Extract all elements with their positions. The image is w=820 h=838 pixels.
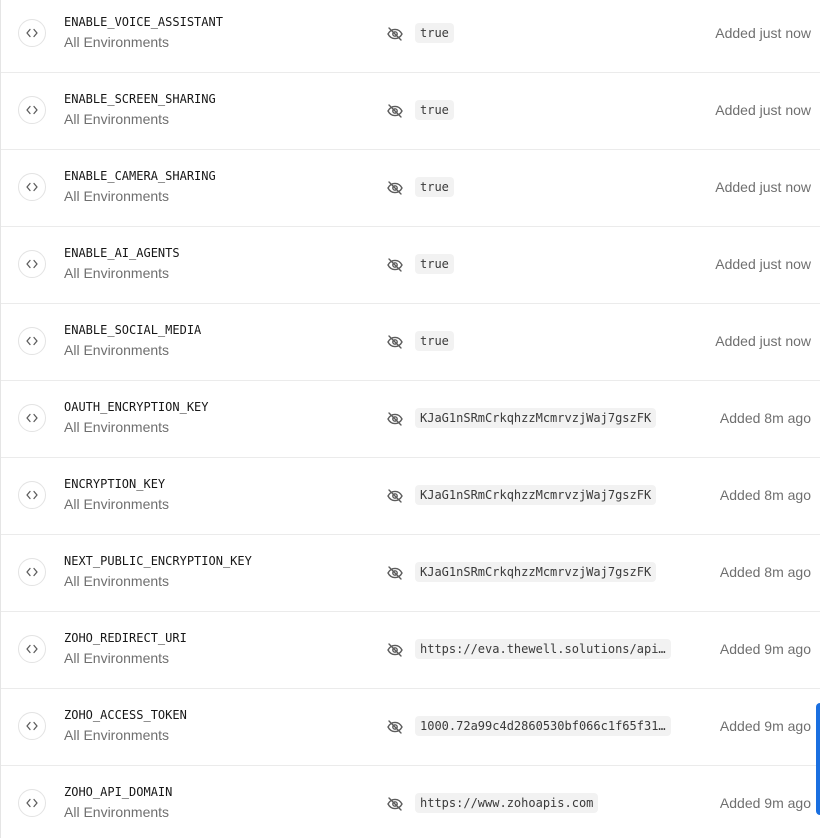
env-var-environment: All Environments [64,111,170,127]
env-var-added-time: Added just now [715,179,811,195]
env-var-added-time: Added just now [715,102,811,118]
env-var-key: ZOHO_REDIRECT_URI [64,631,187,645]
env-var-key: ZOHO_API_DOMAIN [64,785,173,799]
env-var-value[interactable]: true [415,177,454,197]
code-brackets-icon [18,481,46,509]
env-var-environment: All Environments [64,496,170,512]
code-brackets-icon [18,250,46,278]
env-var-key: NEXT_PUBLIC_ENCRYPTION_KEY [64,554,252,568]
env-var-value[interactable]: true [415,23,454,43]
eye-off-icon[interactable] [386,641,404,659]
env-var-key: ENABLE_SOCIAL_MEDIA [64,323,202,337]
env-var-row[interactable]: OAUTH_ENCRYPTION_KEY All Environments KJ… [1,381,820,458]
env-var-environment: All Environments [64,419,170,435]
env-var-value[interactable]: true [415,100,454,120]
code-brackets-icon [18,19,46,47]
env-var-added-time: Added 9m ago [719,641,811,657]
env-var-key: OAUTH_ENCRYPTION_KEY [64,400,209,414]
eye-off-icon[interactable] [386,410,404,428]
env-var-key: ZOHO_ACCESS_TOKEN [64,708,187,722]
eye-off-icon[interactable] [386,25,404,43]
env-var-environment: All Environments [64,34,170,50]
env-var-added-time: Added 9m ago [719,795,811,811]
code-brackets-icon [18,558,46,586]
env-var-environment: All Environments [64,265,170,281]
env-var-added-time: Added just now [715,25,811,41]
env-var-row[interactable]: ENABLE_CAMERA_SHARING All Environments t… [1,150,820,227]
eye-off-icon[interactable] [386,333,404,351]
code-brackets-icon [18,712,46,740]
env-vars-page: ENABLE_VOICE_ASSISTANT All Environments … [0,0,820,838]
env-var-value[interactable]: https://eva.thewell.solutions/api… [415,639,671,659]
env-var-added-time: Added 8m ago [719,487,811,503]
env-var-value[interactable]: KJaG1nSRmCrkqhzzMcmrvzjWaj7gszFK [415,408,657,428]
env-var-added-time: Added just now [715,256,811,272]
eye-off-icon[interactable] [386,102,404,120]
env-var-row[interactable]: ZOHO_REDIRECT_URI All Environments https… [1,612,820,689]
env-var-added-time: Added just now [715,333,811,349]
env-var-value[interactable]: 1000.72a99c4d2860530bf066c1f65f31… [415,716,671,736]
env-var-value[interactable]: true [415,254,454,274]
env-var-value[interactable]: KJaG1nSRmCrkqhzzMcmrvzjWaj7gszFK [415,562,657,582]
env-var-key: ENABLE_SCREEN_SHARING [64,92,216,106]
env-var-value[interactable]: https://www.zohoapis.com [415,793,599,813]
env-var-row[interactable]: ENABLE_SOCIAL_MEDIA All Environments tru… [1,304,820,381]
code-brackets-icon [18,173,46,201]
env-var-row[interactable]: ZOHO_ACCESS_TOKEN All Environments 1000.… [1,689,820,766]
code-brackets-icon [18,404,46,432]
env-var-row[interactable]: ENABLE_VOICE_ASSISTANT All Environments … [1,0,820,73]
eye-off-icon[interactable] [386,564,404,582]
eye-off-icon[interactable] [386,487,404,505]
code-brackets-icon [18,96,46,124]
env-var-environment: All Environments [64,342,170,358]
env-var-added-time: Added 8m ago [719,564,811,580]
eye-off-icon[interactable] [386,179,404,197]
env-var-value[interactable]: KJaG1nSRmCrkqhzzMcmrvzjWaj7gszFK [415,485,657,505]
env-var-row[interactable]: ENABLE_AI_AGENTS All Environments true A… [1,227,820,304]
env-var-row[interactable]: NEXT_PUBLIC_ENCRYPTION_KEY All Environme… [1,535,820,612]
env-var-row[interactable]: ENABLE_SCREEN_SHARING All Environments t… [1,73,820,150]
scroll-indicator[interactable] [816,703,820,815]
env-var-key: ENCRYPTION_KEY [64,477,166,491]
env-var-row[interactable]: ZOHO_API_DOMAIN All Environments https:/… [1,766,820,838]
env-var-added-time: Added 9m ago [719,718,811,734]
env-var-row[interactable]: ENCRYPTION_KEY All Environments KJaG1nSR… [1,458,820,535]
env-var-key: ENABLE_VOICE_ASSISTANT [64,15,223,29]
code-brackets-icon [18,789,46,817]
eye-off-icon[interactable] [386,718,404,736]
eye-off-icon[interactable] [386,256,404,274]
env-var-key: ENABLE_CAMERA_SHARING [64,169,216,183]
env-var-added-time: Added 8m ago [719,410,811,426]
code-brackets-icon [18,327,46,355]
env-var-environment: All Environments [64,804,170,820]
env-var-environment: All Environments [64,188,170,204]
env-var-list: ENABLE_VOICE_ASSISTANT All Environments … [1,0,820,838]
code-brackets-icon [18,635,46,663]
env-var-key: ENABLE_AI_AGENTS [64,246,180,260]
eye-off-icon[interactable] [386,795,404,813]
env-var-environment: All Environments [64,573,170,589]
env-var-value[interactable]: true [415,331,454,351]
env-var-environment: All Environments [64,650,170,666]
env-var-environment: All Environments [64,727,170,743]
